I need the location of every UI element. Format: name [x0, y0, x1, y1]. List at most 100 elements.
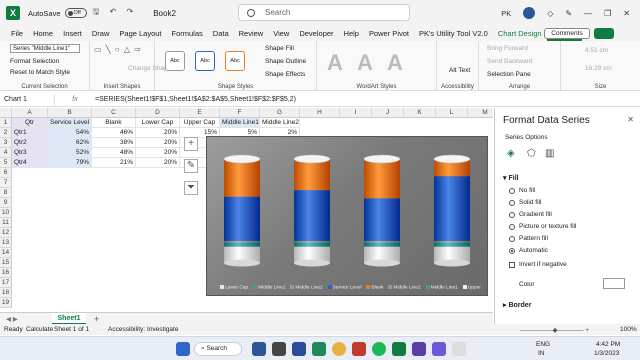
- bar-segment-blank[interactable]: [364, 159, 400, 199]
- bar-segment-middle-line1[interactable]: [224, 242, 260, 247]
- cell[interactable]: 20%: [136, 128, 180, 138]
- series-options-dropdown[interactable]: Series Options: [505, 134, 548, 141]
- cell[interactable]: Upper Cap: [180, 118, 220, 128]
- start-icon[interactable]: [176, 342, 190, 356]
- bar-top-cap[interactable]: [293, 154, 331, 164]
- tab-data[interactable]: Data: [208, 26, 234, 41]
- onenote-icon[interactable]: [412, 342, 426, 356]
- bar-segment-middle-line2[interactable]: [434, 240, 470, 243]
- sheet-nav-icon[interactable]: ◀ ▶: [6, 315, 18, 323]
- cell[interactable]: 54%: [48, 128, 92, 138]
- row-header[interactable]: 4: [0, 148, 12, 158]
- legend-item[interactable]: Upper Cap: [462, 285, 482, 291]
- word-icon[interactable]: [292, 342, 306, 356]
- legend-item[interactable]: Service Level: [327, 285, 361, 291]
- row-header[interactable]: 3: [0, 138, 12, 148]
- camera-icon[interactable]: [272, 342, 286, 356]
- cell[interactable]: 46%: [92, 128, 136, 138]
- shape-effects-button[interactable]: Shape Effects: [265, 71, 305, 78]
- column-header[interactable]: C: [92, 108, 136, 118]
- bar-segment-middle-line1[interactable]: [434, 242, 470, 247]
- shape-style-2[interactable]: Abc: [195, 51, 215, 71]
- name-box[interactable]: Chart 1: [0, 93, 55, 106]
- status-calculate[interactable]: Calculate: [26, 326, 53, 333]
- search-box[interactable]: Search: [238, 4, 410, 21]
- column-header[interactable]: A: [12, 108, 48, 118]
- bar-segment-blank[interactable]: [294, 159, 330, 191]
- fill-radio-automatic[interactable]: [509, 248, 515, 254]
- bar-top-cap[interactable]: [433, 154, 471, 164]
- wordart-style-1[interactable]: A: [327, 50, 343, 76]
- lang-label[interactable]: ENG: [536, 341, 550, 348]
- cell[interactable]: Middle Line2: [260, 118, 300, 128]
- chart-filters-icon[interactable]: ⏷: [184, 181, 198, 195]
- width-field[interactable]: 16.29 cm: [585, 65, 612, 72]
- powerpoint-icon[interactable]: [352, 342, 366, 356]
- fill-radio-solid-fill[interactable]: [509, 200, 515, 206]
- add-sheet-icon[interactable]: +: [94, 314, 99, 324]
- fill-section[interactable]: ▾ Fill: [503, 174, 519, 182]
- row-header[interactable]: 7: [0, 178, 12, 188]
- tab-developer[interactable]: Developer: [294, 26, 338, 41]
- cell[interactable]: Qtr3: [12, 148, 48, 158]
- cell[interactable]: 20%: [136, 158, 180, 168]
- legend-item[interactable]: Middle Line1: [425, 285, 458, 291]
- cell[interactable]: 21%: [92, 158, 136, 168]
- tab-review[interactable]: Review: [234, 26, 269, 41]
- tab-insert[interactable]: Insert: [58, 26, 87, 41]
- cell[interactable]: Qtr4: [12, 158, 48, 168]
- row-header[interactable]: 10: [0, 208, 12, 218]
- autosave-toggle[interactable]: Off: [64, 8, 87, 18]
- effects-icon[interactable]: ⬠: [527, 148, 536, 159]
- row-header[interactable]: 9: [0, 198, 12, 208]
- row-header[interactable]: 13: [0, 238, 12, 248]
- chart-elements-dropdown[interactable]: Series "Middle Line1": [10, 44, 80, 53]
- series-options-icon[interactable]: ▥: [545, 148, 554, 159]
- excel-taskbar-icon[interactable]: [392, 342, 406, 356]
- minimize-icon[interactable]: —: [584, 9, 592, 18]
- cell[interactable]: Blank: [92, 118, 136, 128]
- selection-pane-button[interactable]: Selection Pane: [487, 71, 531, 78]
- column-header[interactable]: K: [404, 108, 436, 118]
- accessibility-status[interactable]: Accessibility: Investigate: [108, 326, 178, 333]
- border-section[interactable]: ▸ Border: [503, 301, 531, 309]
- close-icon[interactable]: ✕: [627, 115, 634, 124]
- cell[interactable]: Middle Line1: [220, 118, 260, 128]
- column-header[interactable]: M: [468, 108, 493, 118]
- row-header[interactable]: 6: [0, 168, 12, 178]
- legend-item[interactable]: Middle Line1: [253, 285, 285, 291]
- tab-file[interactable]: File: [6, 26, 28, 41]
- avatar[interactable]: [523, 7, 536, 19]
- cell[interactable]: Qtr1: [12, 128, 48, 138]
- row-header[interactable]: 2: [0, 128, 12, 138]
- fill-radio-no-fill[interactable]: [509, 188, 515, 194]
- bar-segment-service-level[interactable]: [224, 196, 260, 241]
- chart-elements-icon[interactable]: +: [184, 137, 198, 151]
- row-header[interactable]: 15: [0, 258, 12, 268]
- wordart-style-2[interactable]: A: [357, 50, 373, 76]
- quick-access-icons[interactable]: 🖫 ↶ ↷: [93, 6, 138, 20]
- row-header[interactable]: 18: [0, 288, 12, 298]
- tab-pk-s-utility-tool-v2-0[interactable]: PK's Utility Tool V2.0: [414, 26, 493, 41]
- bar-segment-service-level[interactable]: [364, 198, 400, 241]
- row-header[interactable]: 14: [0, 248, 12, 258]
- column-header[interactable]: B: [48, 108, 92, 118]
- taskbar-search[interactable]: ⌕ Search: [194, 342, 242, 356]
- row-header[interactable]: 19: [0, 298, 12, 308]
- alt-text-button[interactable]: Alt Text: [449, 67, 470, 74]
- shapes-gallery-icon[interactable]: ▭ ╲ ○ △ ⇨: [94, 45, 142, 54]
- tab-help[interactable]: Help: [339, 26, 364, 41]
- tab-formulas[interactable]: Formulas: [167, 26, 208, 41]
- bar-top-cap[interactable]: [363, 154, 401, 164]
- bar-segment-middle-line1[interactable]: [294, 242, 330, 247]
- row-header[interactable]: 5: [0, 158, 12, 168]
- formula-input[interactable]: =SERIES(Sheet1!$F$1,Sheet1!$A$2:$A$5,She…: [95, 96, 296, 103]
- fill-radio-pattern-fill[interactable]: [509, 236, 515, 242]
- user-name[interactable]: PK: [501, 9, 511, 18]
- zoom-level[interactable]: 100%: [620, 326, 637, 333]
- shape-fill-button[interactable]: Shape Fill: [265, 45, 294, 52]
- color-picker-button[interactable]: [603, 278, 625, 289]
- bar-segment-service-level[interactable]: [434, 176, 470, 241]
- tab-draw[interactable]: Draw: [87, 26, 115, 41]
- column-header[interactable]: H: [300, 108, 340, 118]
